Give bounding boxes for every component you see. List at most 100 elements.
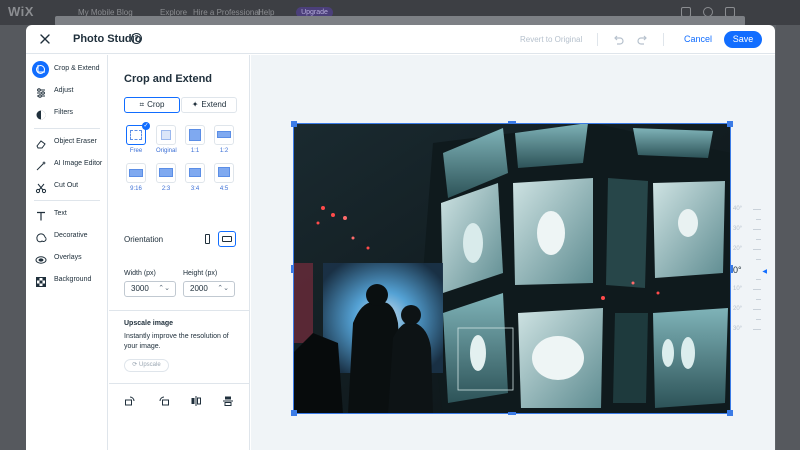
crop-handle-bottom[interactable] — [508, 412, 516, 415]
nav-item-object-eraser[interactable]: Object Eraser — [26, 134, 108, 152]
ratio-4-5-shape — [214, 163, 234, 183]
orientation-label: Orientation — [124, 235, 164, 244]
revert-to-original-button[interactable]: Revert to Original — [520, 35, 582, 44]
panel-divider — [109, 310, 249, 311]
help-icon[interactable]: ? — [131, 33, 142, 44]
crop-icon: ⌗ — [139, 100, 145, 109]
nav-divider — [34, 128, 100, 129]
editor-right-rail — [776, 25, 800, 450]
ratio-free[interactable]: ✓ Free — [126, 122, 150, 154]
ratio-2-3[interactable]: 2:3 — [156, 163, 178, 192]
sparkle-icon: ✦ — [191, 100, 199, 109]
ratio-label: 2:3 — [161, 186, 171, 192]
ratio-3-4[interactable]: 3:4 — [185, 163, 207, 192]
flip-horizontal-icon[interactable] — [190, 394, 202, 406]
orientation-landscape-button[interactable] — [218, 231, 236, 247]
crop-handle-top[interactable] — [508, 121, 516, 124]
nav-item-overlays[interactable]: Overlays — [26, 250, 108, 268]
eraser-icon — [35, 137, 47, 149]
crop-tab[interactable]: ⌗ Crop — [124, 97, 180, 113]
redo-icon[interactable] — [637, 33, 649, 45]
dial-label: 30° — [733, 326, 743, 332]
stepper-icon[interactable]: ⌃⌄ — [158, 282, 170, 296]
ratio-label: 4:5 — [219, 186, 229, 192]
ratio-4-5[interactable]: 4:5 — [214, 163, 236, 192]
filters-icon — [35, 108, 47, 120]
crop-tab-label: Crop — [147, 100, 165, 109]
crop-handle-top-left[interactable] — [291, 121, 297, 127]
crop-handle-bottom-right[interactable] — [727, 410, 733, 416]
crop-handle-left[interactable] — [291, 265, 294, 273]
width-input[interactable]: 3000 ⌃⌄ — [124, 281, 176, 297]
cancel-button[interactable]: Cancel — [684, 34, 712, 44]
rotation-dial[interactable]: 40° 30° 20° 0° ◀ 10° 20° 30° — [733, 199, 771, 349]
nav-item-decorative[interactable]: Decorative — [26, 228, 108, 246]
crop-handle-top-right[interactable] — [727, 121, 733, 127]
nav-item-label: Filters — [54, 109, 74, 116]
rotate-right-icon[interactable] — [124, 394, 136, 406]
image-canvas: 40° 30° 20° 0° ◀ 10° 20° 30° — [251, 55, 775, 450]
ratio-free-shape: ✓ — [126, 122, 150, 145]
orientation-portrait-button[interactable] — [198, 231, 216, 247]
nav-item-label: Decorative — [54, 232, 88, 239]
ratio-1-2[interactable]: 1:2 — [214, 125, 236, 154]
ratio-original[interactable]: Original — [156, 125, 178, 154]
ratio-label: Original — [156, 148, 177, 154]
nav-item-label: Text — [54, 210, 67, 217]
ratio-label: 1:1 — [190, 148, 200, 154]
modal-header: Photo Studio ? Revert to Original Cancel… — [26, 25, 775, 54]
text-icon — [35, 209, 47, 221]
stepper-icon[interactable]: ⌃⌄ — [217, 282, 229, 296]
nav-item-cut-out[interactable]: Cut Out — [26, 178, 108, 196]
panel-divider — [109, 383, 249, 384]
background-icon — [35, 275, 47, 287]
upscale-description: Instantly improve the resolution of your… — [124, 333, 229, 350]
close-icon[interactable] — [38, 32, 52, 46]
nav-item-label: AI Image Editor — [54, 160, 103, 167]
upscale-button-label: Upscale — [139, 362, 161, 368]
nav-item-text[interactable]: Text — [26, 206, 108, 224]
ratio-2-3-shape — [156, 163, 176, 183]
cutout-icon — [35, 181, 47, 194]
height-input[interactable]: 2000 ⌃⌄ — [183, 281, 235, 297]
upscale-button[interactable]: ⟳ Upscale — [124, 359, 169, 372]
check-icon: ✓ — [142, 122, 150, 130]
undo-icon[interactable] — [612, 33, 624, 45]
dial-label: 20° — [733, 246, 743, 252]
nav-item-background[interactable]: Background — [26, 272, 108, 290]
adjust-icon — [35, 86, 47, 98]
ai-edit-icon — [35, 159, 47, 171]
header-divider — [663, 33, 664, 46]
crop-handle-bottom-left[interactable] — [291, 410, 297, 416]
width-value: 3000 — [131, 284, 149, 293]
save-button[interactable]: Save — [724, 31, 762, 48]
dial-pointer-icon: ◀ — [762, 269, 767, 275]
nav-item-ai-image-editor[interactable]: AI Image Editor — [26, 156, 108, 174]
dial-label: 30° — [733, 226, 743, 232]
landscape-icon — [222, 236, 232, 242]
rotate-left-icon[interactable] — [158, 394, 170, 406]
width-label: Width (px) — [124, 270, 156, 277]
upscale-title: Upscale image — [124, 320, 174, 327]
ratio-9-16[interactable]: 9:16 — [126, 163, 148, 192]
nav-item-adjust[interactable]: Adjust — [26, 83, 108, 101]
ratio-label: Free — [129, 148, 143, 154]
nav-item-crop-extend[interactable]: Crop & Extend — [26, 61, 108, 79]
overlays-icon — [35, 253, 47, 265]
ratio-label: 3:4 — [190, 186, 200, 192]
nav-divider — [34, 200, 100, 201]
nav-item-label: Crop & Extend — [54, 65, 100, 72]
portrait-icon — [205, 234, 210, 244]
header-divider — [597, 33, 598, 46]
nav-item-filters[interactable]: Filters — [26, 105, 108, 123]
panel-title: Crop and Extend — [124, 73, 213, 85]
dial-label: 40° — [733, 206, 743, 212]
crop-extend-icon — [32, 61, 49, 78]
ratio-1-1-shape — [185, 125, 205, 145]
height-value: 2000 — [190, 284, 208, 293]
rotation-angle-value: 0° — [733, 265, 742, 275]
flip-vertical-icon[interactable] — [222, 394, 234, 406]
ratio-1-1[interactable]: 1:1 — [185, 125, 207, 154]
tool-nav: Crop & Extend Adjust Filters Object Eras… — [26, 55, 108, 450]
extend-tab[interactable]: ✦ Extend — [181, 97, 237, 113]
